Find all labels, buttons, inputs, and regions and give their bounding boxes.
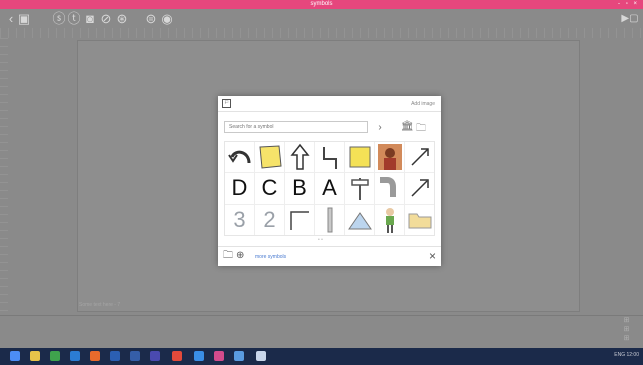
symbol-picker-dialog: ⚐ Add image › 🏛 🗀 D C B A — [218, 96, 441, 266]
dialog-mode-label[interactable]: Add image — [411, 101, 435, 107]
app-icon-2[interactable] — [130, 351, 140, 361]
grid-pager[interactable]: • • — [318, 237, 323, 243]
vertical-ruler — [0, 38, 8, 318]
store-icon[interactable] — [50, 351, 60, 361]
symbol-figure[interactable] — [375, 204, 404, 235]
symbol-yellow-note-2[interactable] — [345, 142, 374, 173]
more-symbols-link[interactable]: more symbols — [255, 254, 286, 260]
app-icon-7[interactable] — [234, 351, 244, 361]
symbol-diagonal-arrow[interactable] — [405, 142, 434, 173]
window-controls[interactable]: - ▫ × — [618, 0, 639, 9]
symbol-letter-d[interactable]: D — [225, 173, 254, 204]
symbol-tent[interactable] — [345, 204, 374, 235]
symbol-bar[interactable] — [315, 204, 344, 235]
window-title: symbols — [310, 1, 333, 7]
header-divider — [218, 111, 441, 112]
symbol-grid: D C B A 3 2 — [224, 141, 435, 236]
bottom-panel — [0, 315, 643, 349]
zoom-controls[interactable]: ⊞ ⊞ ⊞ — [610, 316, 643, 348]
zoom-icon-3[interactable]: ⊞ — [610, 334, 643, 343]
windows-taskbar: ENG 12:00 — [0, 348, 643, 365]
zoom-icon-1[interactable]: ⊞ — [610, 316, 643, 325]
dialog-header: ⚐ Add image — [218, 96, 441, 110]
tool-image-button[interactable]: ◙ — [83, 12, 97, 26]
symbol-bent-pipe[interactable] — [375, 173, 404, 204]
explorer-icon[interactable] — [30, 351, 40, 361]
back-button[interactable]: ‹ — [4, 12, 18, 26]
symbol-search-input[interactable] — [224, 121, 368, 133]
firefox-icon[interactable] — [90, 351, 100, 361]
app-icon-1[interactable] — [110, 351, 120, 361]
app-icon-4[interactable] — [172, 351, 182, 361]
symbol-step-line[interactable] — [315, 142, 344, 173]
symbol-letter-c[interactable]: C — [255, 173, 284, 204]
search-go-icon[interactable]: › — [375, 122, 385, 134]
tool-symbol-button[interactable]: ⊜ — [144, 12, 158, 26]
edge-icon[interactable] — [70, 351, 80, 361]
tool-t-button[interactable]: ⓣ — [67, 12, 81, 26]
globe-icon[interactable]: ⊕ — [236, 251, 244, 261]
app-logo-icon: ⚐ — [222, 99, 231, 108]
tool-shape-button[interactable]: ⊛ — [115, 12, 129, 26]
close-icon[interactable]: × — [429, 250, 436, 262]
folder-search-icon[interactable]: 🗀 — [416, 121, 426, 138]
open-folder-icon[interactable]: 🗀 — [223, 251, 233, 261]
active-app-icon[interactable] — [256, 351, 266, 361]
symbol-up-arrow[interactable] — [285, 142, 314, 173]
present-button[interactable]: ▶▢ — [620, 12, 640, 26]
zoom-icon-2[interactable]: ⊞ — [610, 325, 643, 334]
symbol-signpost[interactable] — [345, 173, 374, 204]
symbol-digit-2[interactable]: 2 — [255, 204, 284, 235]
app-icon-3[interactable] — [150, 351, 160, 361]
tool-a-button[interactable]: ⓢ — [52, 12, 66, 26]
symbol-diagonal-arrow-2[interactable] — [405, 173, 434, 204]
symbol-digit-3[interactable]: 3 — [225, 204, 254, 235]
tool-line-button[interactable]: ⊘ — [99, 12, 113, 26]
symbol-curve-arrow[interactable] — [225, 142, 254, 173]
symbol-yellow-note[interactable] — [255, 142, 284, 173]
start-icon[interactable] — [10, 351, 20, 361]
dialog-footer: 🗀 ⊕ more symbols × — [218, 246, 441, 266]
toolbar: ‹ ▣ ⓢ ⓣ ◙ ⊘ ⊛ ⊜ ◉ ▶▢ — [0, 9, 643, 29]
app-icon-6[interactable] — [214, 351, 224, 361]
canvas-label: Some text here - 7 — [79, 302, 121, 308]
symbol-photo-person[interactable] — [375, 142, 404, 173]
symbol-corner[interactable] — [285, 204, 314, 235]
app-icon-5[interactable] — [194, 351, 204, 361]
library-icon[interactable]: 🏛 — [401, 121, 414, 132]
tool-eraser-button[interactable]: ◉ — [160, 12, 174, 26]
symbol-folder[interactable] — [405, 204, 434, 235]
symbol-letter-b[interactable]: B — [285, 173, 314, 204]
save-button[interactable]: ▣ — [17, 12, 31, 26]
symbol-letter-a[interactable]: A — [315, 173, 344, 204]
system-tray[interactable]: ENG 12:00 — [614, 352, 639, 358]
horizontal-ruler — [0, 28, 643, 38]
title-bar: symbols - ▫ × — [0, 0, 643, 9]
